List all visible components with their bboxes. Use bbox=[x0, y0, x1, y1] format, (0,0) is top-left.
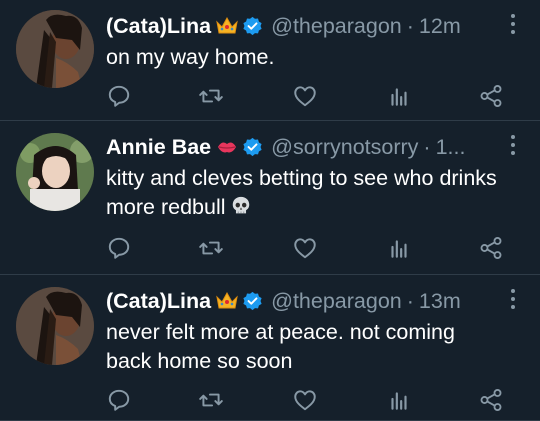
separator-dot: · bbox=[406, 14, 414, 38]
retweet-icon[interactable] bbox=[198, 235, 224, 261]
separator-dot: · bbox=[406, 289, 414, 313]
handle[interactable]: @sorrynotsorry bbox=[271, 134, 418, 160]
share-icon[interactable] bbox=[478, 387, 504, 413]
tweet[interactable]: (Cata)Lina @theparagon · 13m never felt … bbox=[0, 275, 540, 421]
tweet-actions bbox=[106, 235, 504, 261]
analytics-icon[interactable] bbox=[386, 387, 412, 413]
analytics-icon[interactable] bbox=[386, 235, 412, 261]
tweet-header: Annie Bae @sorrynotsorry · 1... bbox=[106, 134, 500, 160]
handle[interactable]: @theparagon bbox=[271, 13, 402, 39]
display-name[interactable]: (Cata)Lina bbox=[106, 288, 211, 314]
reply-icon[interactable] bbox=[106, 83, 132, 109]
tweet[interactable]: Annie Bae @sorrynotsorry · 1... kitty an… bbox=[0, 121, 540, 275]
verified-badge-icon bbox=[243, 16, 262, 35]
retweet-icon[interactable] bbox=[198, 83, 224, 109]
share-icon[interactable] bbox=[478, 83, 504, 109]
display-name[interactable]: Annie Bae bbox=[106, 134, 211, 160]
avatar-woman-bob bbox=[16, 133, 94, 211]
avatar-woman-braids bbox=[16, 10, 94, 88]
tweet[interactable]: (Cata)Lina @theparagon · 12m on my way h… bbox=[0, 0, 540, 121]
crown-emoji bbox=[216, 16, 238, 34]
tweet-text: never felt more at peace. not coming bac… bbox=[106, 320, 455, 373]
share-icon[interactable] bbox=[478, 235, 504, 261]
verified-badge-icon bbox=[243, 291, 262, 310]
tweet-actions bbox=[106, 83, 504, 109]
avatar[interactable] bbox=[16, 287, 94, 365]
reply-icon[interactable] bbox=[106, 235, 132, 261]
more-icon[interactable] bbox=[510, 289, 516, 311]
analytics-icon[interactable] bbox=[386, 83, 412, 109]
tweet-header: (Cata)Lina @theparagon · 13m bbox=[106, 288, 500, 314]
like-icon[interactable] bbox=[292, 83, 318, 109]
kiss-lips-emoji bbox=[218, 142, 237, 153]
timestamp[interactable]: 1... bbox=[436, 134, 466, 160]
tweet-text: kitty and cleves betting to see who drin… bbox=[106, 164, 520, 222]
skull-emoji bbox=[232, 196, 249, 214]
verified-badge-icon bbox=[243, 137, 262, 156]
more-icon[interactable] bbox=[510, 135, 516, 157]
timestamp[interactable]: 13m bbox=[419, 288, 461, 314]
more-icon[interactable] bbox=[510, 14, 516, 36]
like-icon[interactable] bbox=[292, 235, 318, 261]
tweet-text: on my way home. bbox=[106, 45, 275, 69]
tweet-text-content: kitty and cleves betting to see who drin… bbox=[106, 166, 497, 219]
handle[interactable]: @theparagon bbox=[271, 288, 402, 314]
avatar-woman-braids bbox=[16, 287, 94, 365]
like-icon[interactable] bbox=[292, 387, 318, 413]
crown-emoji bbox=[216, 291, 238, 309]
avatar[interactable] bbox=[16, 133, 94, 211]
tweet-header: (Cata)Lina @theparagon · 12m bbox=[106, 13, 500, 39]
avatar[interactable] bbox=[16, 10, 94, 88]
retweet-icon[interactable] bbox=[198, 387, 224, 413]
reply-icon[interactable] bbox=[106, 387, 132, 413]
separator-dot: · bbox=[423, 135, 431, 159]
display-name[interactable]: (Cata)Lina bbox=[106, 13, 211, 39]
tweet-actions bbox=[106, 387, 504, 413]
timestamp[interactable]: 12m bbox=[419, 13, 461, 39]
